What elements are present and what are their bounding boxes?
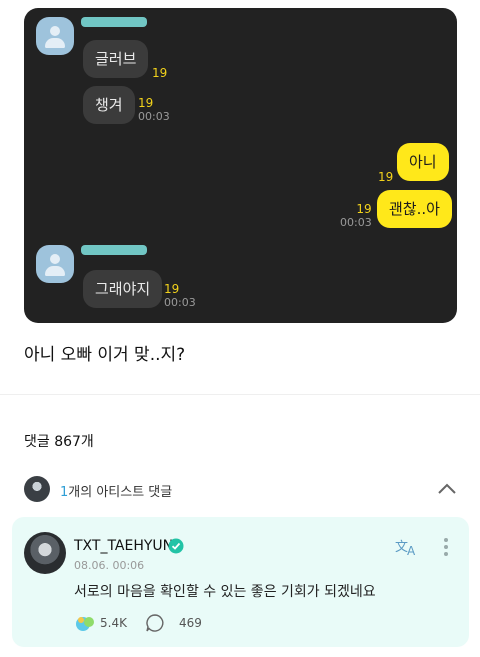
artist-comment: TXT_TAEHYUN 08.06. 00:06 서로의 마음을 확인할 수 있… [12, 517, 469, 647]
message-meta: 19 00:03 [138, 96, 170, 124]
reaction-icon[interactable] [74, 613, 96, 633]
message-meta: 19 [152, 66, 168, 80]
avatar[interactable] [24, 532, 66, 574]
svg-text:A: A [407, 544, 416, 557]
chat-screenshot: 글러브 19 챙겨 19 00:03 아니 19 괜찮..아 19 00:03 … [24, 8, 457, 323]
message-bubble: 아니 [397, 143, 449, 181]
message-meta: 19 [378, 170, 394, 184]
redacted-name [81, 17, 147, 27]
reply-icon[interactable] [145, 613, 165, 633]
message-bubble: 그래야지 [83, 270, 163, 308]
translate-icon[interactable]: 文 A [395, 537, 419, 557]
comment-author[interactable]: TXT_TAEHYUN [74, 538, 173, 554]
verified-icon [168, 538, 184, 554]
message-bubble: 괜찮..아 [377, 190, 452, 228]
message-bubble: 챙겨 [83, 86, 135, 124]
artist-comments-toggle[interactable]: 1개의 아티스트 댓글 [24, 476, 464, 502]
redacted-name [81, 245, 147, 255]
post-caption: 아니 오빠 이거 맞..지? [24, 345, 186, 365]
message-bubble: 글러브 [83, 40, 149, 78]
divider [0, 394, 480, 395]
more-icon[interactable] [442, 538, 450, 558]
person-avatar-icon [36, 17, 74, 55]
artist-avatar [24, 476, 50, 502]
comment-count: 댓글 867개 [24, 434, 94, 450]
message-meta: 19 00:03 [164, 282, 196, 310]
chevron-up-icon[interactable] [436, 478, 458, 500]
like-count: 5.4K [100, 616, 127, 630]
person-avatar-icon [36, 245, 74, 283]
reply-count: 469 [179, 616, 202, 630]
comment-date: 08.06. 00:06 [74, 559, 145, 572]
artist-comments-label: 1개의 아티스트 댓글 [60, 485, 173, 500]
comment-text: 서로의 마음을 확인할 수 있는 좋은 기회가 되겠네요 [74, 584, 376, 600]
message-meta: 19 00:03 [340, 202, 372, 230]
